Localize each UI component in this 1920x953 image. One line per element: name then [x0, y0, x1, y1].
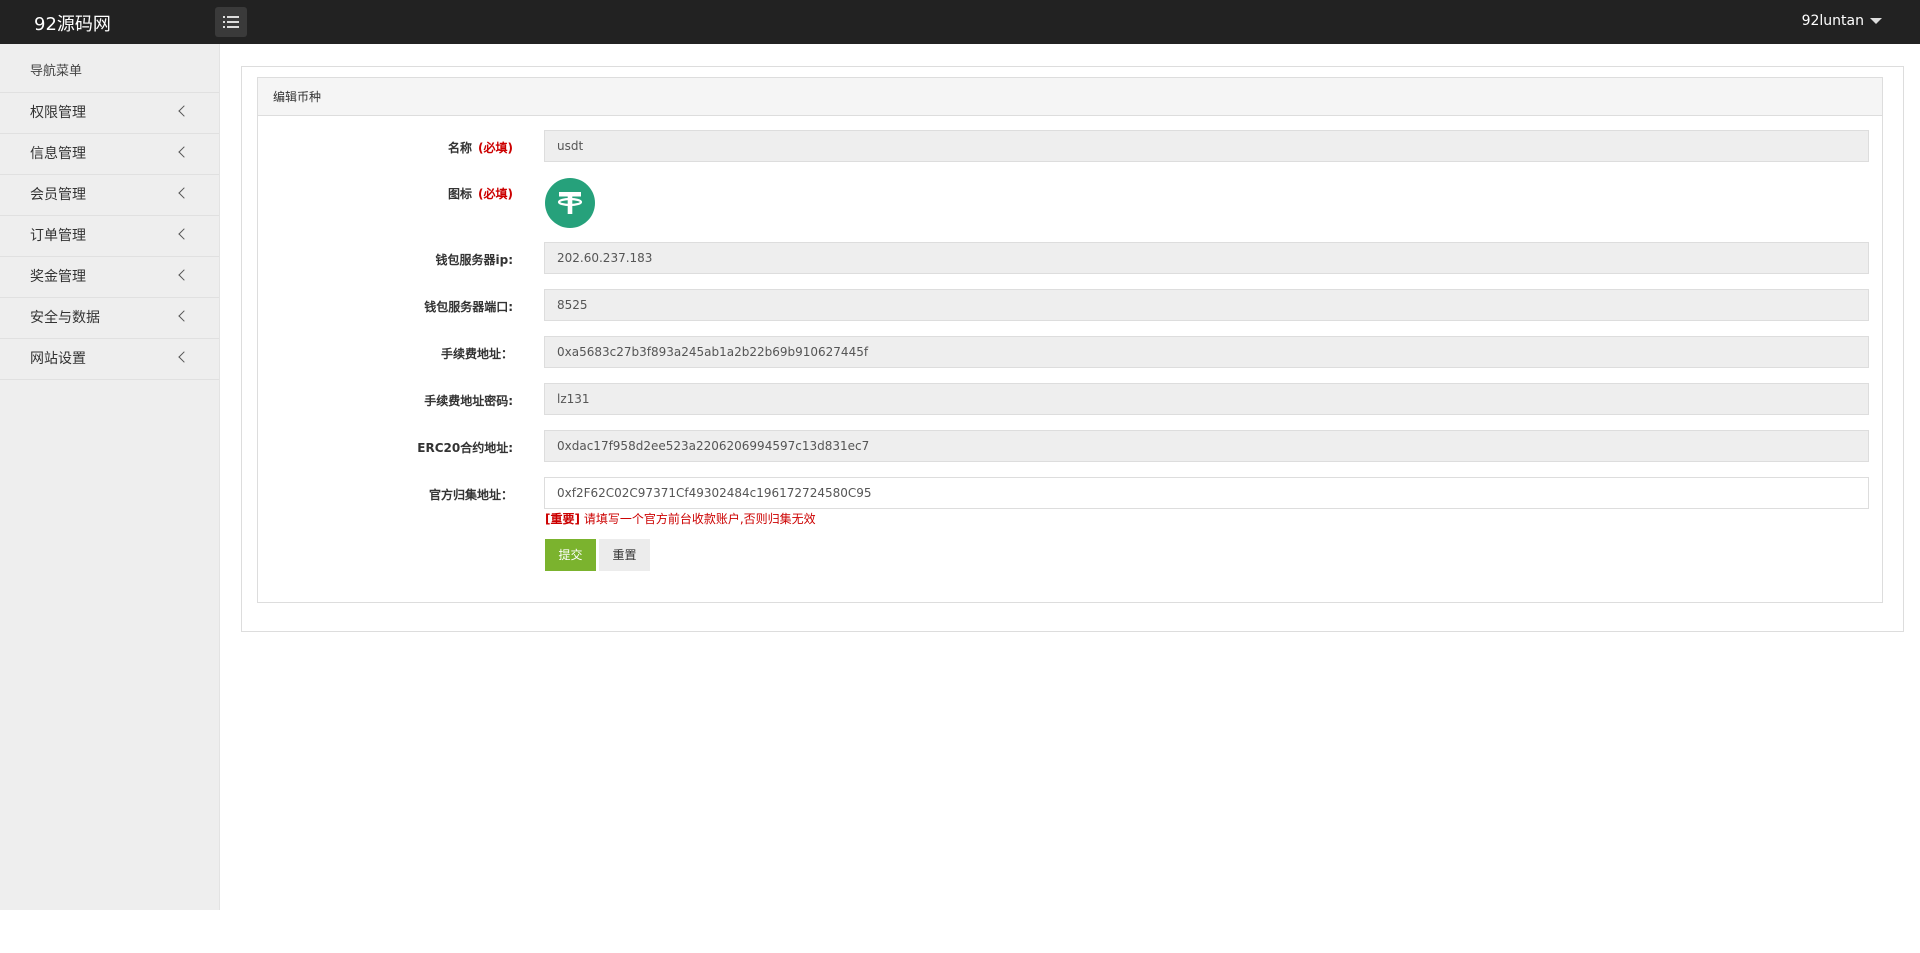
form-row-erc20: ERC20合约地址: 0xdac17f958d2ee523a2206206994… [258, 430, 1884, 462]
sidebar-item-info[interactable]: 信息管理 [0, 134, 219, 175]
site-logo[interactable]: 92源码网 [34, 10, 111, 36]
sidebar-item-security[interactable]: 安全与数据 [0, 298, 219, 339]
edit-coin-panel: 编辑币种 名称 (必填) usdt 图标 (必填) 钱包服务器ip: 202.60.… [257, 77, 1883, 603]
fee-address-input[interactable]: 0xa5683c27b3f893a245ab1a2b22b69b91062744… [544, 336, 1869, 368]
chevron-left-icon [178, 187, 190, 199]
form-row-icon: 图标 (必填) [258, 176, 1884, 208]
wallet-ip-input[interactable]: 202.60.237.183 [544, 242, 1869, 274]
user-name: 92luntan [1801, 13, 1864, 29]
fee-password-input[interactable]: lz131 [544, 383, 1869, 415]
form-row-wallet-port: 钱包服务器端口: 8525 [258, 289, 1884, 321]
user-menu[interactable]: 92luntan [1802, 13, 1882, 29]
form-row-fee-address: 手续费地址： 0xa5683c27b3f893a245ab1a2b22b69b9… [258, 336, 1884, 368]
chevron-left-icon [178, 105, 190, 117]
sidebar: 导航菜单 权限管理 信息管理 会员管理 订单管理 奖金管理 安全与数据 网站设置 [0, 44, 220, 910]
chevron-left-icon [178, 146, 190, 158]
sidebar-item-permissions[interactable]: 权限管理 [0, 93, 219, 134]
collect-address-hint: [重要] 请填写一个官方前台收款账户,否则归集无效 [545, 512, 816, 526]
field-label: 钱包服务器端口: [424, 300, 513, 314]
panel-title: 编辑币种 [258, 78, 1882, 116]
sidebar-item-bonus[interactable]: 奖金管理 [0, 257, 219, 298]
chevron-left-icon [178, 228, 190, 240]
sidebar-item-members[interactable]: 会员管理 [0, 175, 219, 216]
reset-button[interactable]: 重置 [599, 539, 650, 571]
caret-down-icon [1870, 18, 1882, 24]
sidebar-item-label: 网站设置 [30, 351, 86, 367]
wallet-port-input[interactable]: 8525 [544, 289, 1869, 321]
menu-toggle-button[interactable] [215, 7, 247, 37]
sidebar-title: 导航菜单 [0, 44, 219, 93]
tether-icon[interactable] [545, 178, 595, 228]
collect-address-input[interactable]: 0xf2F62C02C97371Cf49302484c196172724580C… [544, 477, 1869, 509]
chevron-left-icon [178, 310, 190, 322]
sidebar-item-label: 信息管理 [30, 146, 86, 162]
form-row-collect-address: 官方归集地址： 0xf2F62C02C97371Cf49302484c19617… [258, 477, 1884, 509]
sidebar-item-label: 权限管理 [30, 105, 86, 121]
field-label: 钱包服务器ip: [435, 253, 513, 267]
required-mark: (必填) [478, 141, 513, 155]
sidebar-item-label: 会员管理 [30, 187, 86, 203]
submit-button[interactable]: 提交 [545, 539, 596, 571]
form-row-wallet-ip: 钱包服务器ip: 202.60.237.183 [258, 242, 1884, 274]
name-input[interactable]: usdt [544, 130, 1869, 162]
form-row-fee-password: 手续费地址密码: lz131 [258, 383, 1884, 415]
field-label: 手续费地址： [440, 347, 513, 361]
field-label: ERC20合约地址: [417, 441, 513, 455]
list-icon [223, 16, 239, 28]
field-label: 图标 (必填) [448, 187, 513, 201]
sidebar-item-label: 奖金管理 [30, 269, 86, 285]
chevron-left-icon [178, 269, 190, 281]
field-label: 官方归集地址： [428, 488, 513, 502]
chevron-left-icon [178, 351, 190, 363]
sidebar-item-label: 订单管理 [30, 228, 86, 244]
required-mark: (必填) [478, 187, 513, 201]
form-row-name: 名称 (必填) usdt [258, 130, 1884, 162]
field-label: 名称 (必填) [448, 141, 513, 155]
sidebar-item-site-settings[interactable]: 网站设置 [0, 339, 219, 380]
sidebar-item-orders[interactable]: 订单管理 [0, 216, 219, 257]
field-label: 手续费地址密码: [424, 394, 513, 408]
erc20-contract-input[interactable]: 0xdac17f958d2ee523a2206206994597c13d831e… [544, 430, 1869, 462]
top-navbar: 92源码网 92luntan [0, 0, 1920, 44]
sidebar-item-label: 安全与数据 [30, 310, 100, 326]
